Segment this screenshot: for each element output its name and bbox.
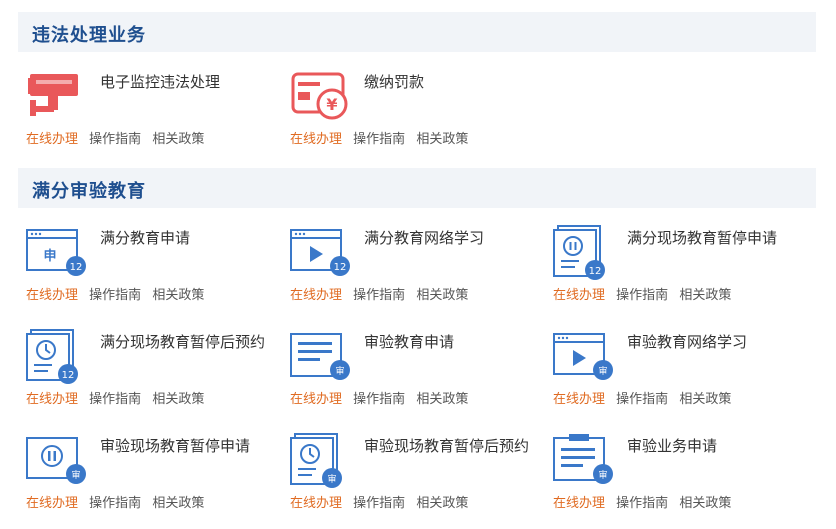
shen-badge: 审 [598, 469, 607, 481]
service-name[interactable]: 满分教育申请 [100, 228, 266, 249]
service-name[interactable]: 满分教育网络学习 [364, 228, 530, 249]
shen-badge: 审 [335, 365, 344, 377]
related-policy-link[interactable]: 相关政策 [416, 132, 468, 147]
camera-icon [26, 68, 86, 126]
service-links: 在线办理 操作指南 相关政策 [553, 388, 738, 407]
service-name[interactable]: 审验现场教育暂停申请 [100, 436, 266, 457]
service-links: 在线办理 操作指南 相关政策 [290, 128, 475, 147]
service-item-full-score-online-learning[interactable]: 12 满分教育网络学习 在线办理 操作指南 相关政策 [290, 224, 530, 314]
clock-document-icon: 12 [26, 328, 86, 386]
operation-guide-link[interactable]: 操作指南 [353, 132, 405, 147]
service-name[interactable]: 缴纳罚款 [364, 72, 530, 93]
operation-guide-link[interactable]: 操作指南 [353, 496, 405, 511]
badge-12: 12 [589, 266, 602, 277]
related-policy-link[interactable]: 相关政策 [679, 288, 731, 303]
service-links: 在线办理 操作指南 相关政策 [290, 284, 475, 303]
pause-document-icon: 12 [553, 224, 613, 282]
online-handle-link[interactable]: 在线办理 [553, 392, 605, 407]
online-handle-link[interactable]: 在线办理 [26, 288, 78, 303]
operation-guide-link[interactable]: 操作指南 [616, 392, 668, 407]
service-name[interactable]: 审验业务申请 [627, 436, 793, 457]
service-links: 在线办理 操作指南 相关政策 [26, 128, 211, 147]
video-window-icon: 12 [290, 224, 350, 282]
service-name[interactable]: 电子监控违法处理 [100, 72, 266, 93]
online-handle-link[interactable]: 在线办理 [553, 288, 605, 303]
related-policy-link[interactable]: 相关政策 [416, 392, 468, 407]
related-policy-link[interactable]: 相关政策 [679, 496, 731, 511]
operation-guide-link[interactable]: 操作指南 [353, 392, 405, 407]
related-policy-link[interactable]: 相关政策 [152, 496, 204, 511]
online-handle-link[interactable]: 在线办理 [290, 496, 342, 511]
service-item-inspection-online-learning[interactable]: 审 审验教育网络学习 在线办理 操作指南 相关政策 [553, 328, 793, 418]
service-item-full-score-application[interactable]: 申 12 满分教育申请 在线办理 操作指南 相关政策 [26, 224, 266, 314]
service-name[interactable]: 审验教育网络学习 [627, 332, 793, 353]
service-links: 在线办理 操作指南 相关政策 [290, 492, 475, 511]
shen-badge: 审 [71, 469, 80, 481]
related-policy-link[interactable]: 相关政策 [416, 496, 468, 511]
shen-badge: 审 [327, 473, 336, 485]
service-links: 在线办理 操作指南 相关政策 [26, 492, 211, 511]
service-item-inspection-onsite-pause[interactable]: 审 审验现场教育暂停申请 在线办理 操作指南 相关政策 [26, 432, 266, 522]
service-item-full-score-onsite-pause[interactable]: 12 满分现场教育暂停申请 在线办理 操作指南 相关政策 [553, 224, 793, 314]
clock-document-icon: 审 [290, 432, 350, 490]
related-policy-link[interactable]: 相关政策 [152, 132, 204, 147]
online-handle-link[interactable]: 在线办理 [290, 132, 342, 147]
section-title: 满分审验教育 [32, 181, 146, 202]
online-handle-link[interactable]: 在线办理 [26, 496, 78, 511]
operation-guide-link[interactable]: 操作指南 [616, 496, 668, 511]
online-handle-link[interactable]: 在线办理 [553, 496, 605, 511]
document-lines-icon: 审 [290, 328, 350, 386]
shen-badge: 审 [598, 365, 607, 377]
badge-12: 12 [334, 262, 347, 273]
service-links: 在线办理 操作指南 相关政策 [290, 388, 475, 407]
related-policy-link[interactable]: 相关政策 [152, 392, 204, 407]
online-handle-link[interactable]: 在线办理 [26, 392, 78, 407]
service-name[interactable]: 审验教育申请 [364, 332, 530, 353]
section-header-violation: 违法处理业务 [18, 12, 816, 52]
svg-text:¥: ¥ [326, 95, 337, 114]
operation-guide-link[interactable]: 操作指南 [89, 132, 141, 147]
related-policy-link[interactable]: 相关政策 [679, 392, 731, 407]
operation-guide-link[interactable]: 操作指南 [89, 392, 141, 407]
online-handle-link[interactable]: 在线办理 [290, 288, 342, 303]
service-links: 在线办理 操作指南 相关政策 [553, 284, 738, 303]
pause-window-icon: 审 [26, 432, 86, 490]
service-item-pay-fine[interactable]: ¥ 缴纳罚款 在线办理 操作指南 相关政策 [290, 68, 530, 158]
service-name[interactable]: 满分现场教育暂停申请 [627, 228, 793, 249]
video-window-icon: 审 [553, 328, 613, 386]
service-name[interactable]: 满分现场教育暂停后预约 [100, 332, 266, 353]
operation-guide-link[interactable]: 操作指南 [89, 288, 141, 303]
application-window-icon: 申 12 [26, 224, 86, 282]
service-item-full-score-pause-appointment[interactable]: 12 满分现场教育暂停后预约 在线办理 操作指南 相关政策 [26, 328, 266, 418]
service-item-inspection-education-application[interactable]: 审 审验教育申请 在线办理 操作指南 相关政策 [290, 328, 530, 418]
service-item-inspection-pause-appointment[interactable]: 审 审验现场教育暂停后预约 在线办理 操作指南 相关政策 [290, 432, 530, 522]
service-links: 在线办理 操作指南 相关政策 [26, 284, 211, 303]
related-policy-link[interactable]: 相关政策 [416, 288, 468, 303]
operation-guide-link[interactable]: 操作指南 [353, 288, 405, 303]
section-header-full-score-education: 满分审验教育 [18, 168, 816, 208]
service-name[interactable]: 审验现场教育暂停后预约 [364, 436, 530, 457]
shen-char: 申 [43, 248, 56, 264]
related-policy-link[interactable]: 相关政策 [152, 288, 204, 303]
badge-12: 12 [62, 370, 75, 381]
badge-12: 12 [70, 262, 83, 273]
service-links: 在线办理 操作指南 相关政策 [26, 388, 211, 407]
service-item-camera-violation[interactable]: 电子监控违法处理 在线办理 操作指南 相关政策 [26, 68, 266, 158]
online-handle-link[interactable]: 在线办理 [26, 132, 78, 147]
clipboard-lines-icon: 审 [553, 432, 613, 490]
section-title: 违法处理业务 [32, 25, 146, 46]
operation-guide-link[interactable]: 操作指南 [616, 288, 668, 303]
online-handle-link[interactable]: 在线办理 [290, 392, 342, 407]
operation-guide-link[interactable]: 操作指南 [89, 496, 141, 511]
payment-card-icon: ¥ [290, 68, 350, 126]
service-item-inspection-business-application[interactable]: 审 审验业务申请 在线办理 操作指南 相关政策 [553, 432, 793, 522]
service-links: 在线办理 操作指南 相关政策 [553, 492, 738, 511]
